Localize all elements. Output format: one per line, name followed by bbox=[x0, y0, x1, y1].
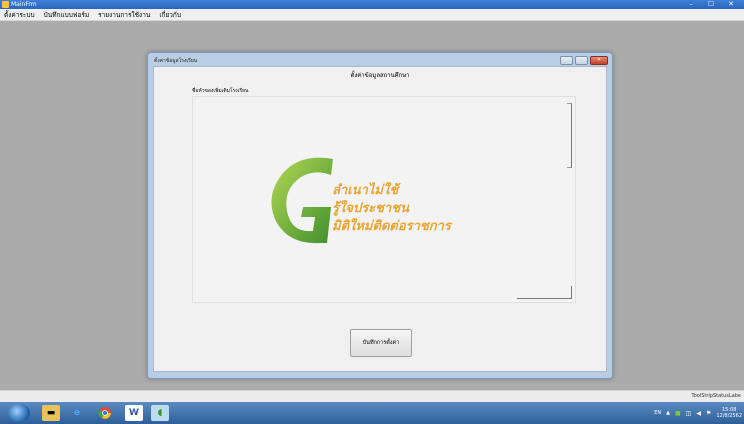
main-window-titlebar: MainFrm – ☐ ✕ bbox=[0, 0, 744, 9]
minimize-button[interactable]: – bbox=[684, 0, 698, 9]
mdi-client-area: ตั้งค่าข้อมูลโรงเรียน ✕ ตั้งค่าข้อมูลสถา… bbox=[0, 22, 744, 390]
dialog-close-button[interactable]: ✕ bbox=[590, 56, 608, 65]
dialog-minimize-button[interactable] bbox=[560, 56, 573, 65]
menu-item-record-form[interactable]: บันทึกแบบฟอร์ม bbox=[44, 10, 90, 20]
tray-expand-icon[interactable]: ▲ bbox=[666, 410, 670, 416]
school-header-textbox[interactable]: ลำเนาไม่ใช้ รู้ใจประชาชน มิติใหม่ติดต่อร… bbox=[192, 96, 576, 303]
save-settings-button[interactable]: บันทึกการตั้งค่า bbox=[350, 329, 412, 357]
menu-item-about[interactable]: เกี่ยวกับ bbox=[159, 10, 181, 20]
menu-item-usage-report[interactable]: รายงานการใช้งาน bbox=[98, 10, 150, 20]
slogan: ลำเนาไม่ใช้ รู้ใจประชาชน มิติใหม่ติดต่อร… bbox=[332, 182, 451, 236]
slogan-line-1: ลำเนาไม่ใช้ bbox=[332, 183, 399, 198]
taskbar: ▬ e W ◖ EN ▲ ■ ◫ ◀ ⚑ 15:08 12/8/2562 bbox=[0, 402, 744, 424]
clock-date: 12/8/2562 bbox=[716, 413, 742, 419]
volume-icon[interactable]: ◀ bbox=[696, 410, 701, 417]
dialog-heading: ตั้งค่าข้อมูลสถานศึกษา bbox=[350, 72, 410, 79]
status-label: ToolStripStatusLabe bbox=[691, 393, 742, 399]
close-button[interactable]: ✕ bbox=[724, 0, 738, 9]
app-icon bbox=[2, 1, 9, 8]
clock[interactable]: 15:08 12/8/2562 bbox=[716, 407, 742, 419]
word-icon[interactable]: W bbox=[125, 405, 143, 421]
network-icon[interactable]: ◫ bbox=[686, 410, 692, 417]
start-button[interactable] bbox=[8, 404, 30, 422]
internet-explorer-icon[interactable]: e bbox=[68, 405, 86, 421]
menu-item-system-settings[interactable]: ตั้งค่าระบบ bbox=[4, 10, 35, 20]
maximize-button[interactable]: ☐ bbox=[704, 0, 718, 9]
window-title: MainFrm bbox=[11, 1, 37, 8]
school-header-label: ชื่อหัวของเพิ่มเติมโรงเรียน bbox=[192, 88, 249, 94]
textbox-resize-bracket bbox=[517, 286, 572, 299]
dialog-controls: ✕ bbox=[560, 56, 608, 65]
school-settings-dialog: ตั้งค่าข้อมูลโรงเรียน ✕ ตั้งค่าข้อมูลสถา… bbox=[147, 52, 613, 379]
dialog-body: ตั้งค่าข้อมูลสถานศึกษา ชื่อหัวของเพิ่มเต… bbox=[153, 66, 607, 372]
menu-bar: ตั้งค่าระบบ บันทึกแบบฟอร์ม รายงานการใช้ง… bbox=[0, 9, 744, 21]
dialog-title: ตั้งค่าข้อมูลโรงเรียน bbox=[154, 58, 198, 64]
slogan-line-3: มิติใหม่ติดต่อราชการ bbox=[332, 219, 451, 234]
chrome-icon[interactable] bbox=[96, 405, 114, 421]
language-indicator[interactable]: EN bbox=[654, 410, 661, 416]
action-center-icon[interactable]: ⚑ bbox=[706, 410, 711, 417]
folder-icon[interactable]: ▬ bbox=[42, 405, 60, 421]
dialog-maximize-button[interactable] bbox=[575, 56, 588, 65]
textbox-scroll-bracket bbox=[567, 103, 572, 168]
slogan-line-2: รู้ใจประชาชน bbox=[332, 201, 409, 216]
system-tray: EN ▲ ■ ◫ ◀ ⚑ 15:08 12/8/2562 bbox=[654, 402, 742, 424]
window-controls: – ☐ ✕ bbox=[684, 0, 738, 9]
app-taskbar-icon[interactable]: ◖ bbox=[151, 405, 169, 421]
tray-app-icon[interactable]: ■ bbox=[675, 410, 681, 417]
